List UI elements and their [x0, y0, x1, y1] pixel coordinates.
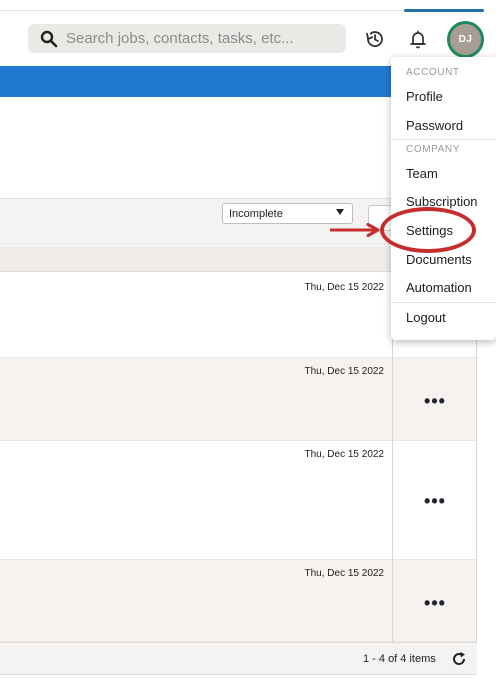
table-row[interactable]: Thu, Dec 15 2022 ••• — [0, 560, 476, 642]
annotation-circle — [380, 207, 476, 253]
row-date: Thu, Dec 15 2022 — [304, 282, 385, 293]
menu-item-password[interactable]: Password — [406, 118, 463, 133]
menu-item-documents[interactable]: Documents — [406, 252, 472, 267]
row-date: Thu, Dec 15 2022 — [304, 449, 385, 460]
annotation-arrow-icon — [329, 223, 382, 237]
user-avatar-button[interactable]: DJ — [447, 21, 484, 58]
menu-divider — [391, 302, 496, 303]
header-divider — [0, 10, 404, 11]
menu-item-team[interactable]: Team — [406, 166, 438, 181]
history-icon[interactable] — [363, 27, 387, 51]
row-actions-button[interactable]: ••• — [420, 492, 450, 516]
menu-divider — [391, 139, 496, 140]
user-dropdown-menu: ACCOUNT Profile Password COMPANY Team Su… — [391, 57, 496, 340]
bell-icon[interactable] — [406, 27, 430, 51]
status-filter-select[interactable]: Incomplete — [222, 203, 353, 224]
row-actions-button[interactable]: ••• — [420, 392, 450, 416]
search-icon — [40, 30, 58, 48]
table-row[interactable]: Thu, Dec 15 2022 ••• — [0, 358, 476, 441]
menu-item-automation[interactable]: Automation — [406, 280, 472, 295]
row-date: Thu, Dec 15 2022 — [304, 366, 385, 377]
search-input[interactable] — [66, 30, 346, 47]
table-row[interactable]: Thu, Dec 15 2022 ••• — [0, 441, 476, 560]
menu-item-logout[interactable]: Logout — [406, 310, 446, 325]
menu-section-account: ACCOUNT — [406, 67, 460, 78]
refresh-icon[interactable] — [450, 650, 468, 668]
row-date: Thu, Dec 15 2022 — [304, 568, 385, 579]
pagination-info: 1 - 4 of 4 items — [363, 653, 436, 665]
menu-section-company: COMPANY — [406, 144, 461, 155]
chevron-down-icon — [336, 209, 344, 215]
status-filter-value: Incomplete — [229, 208, 283, 220]
global-search[interactable] — [28, 24, 346, 53]
menu-item-profile[interactable]: Profile — [406, 89, 443, 104]
header-accent-bar — [404, 9, 484, 12]
grid-footer: 1 - 4 of 4 items — [0, 642, 477, 675]
row-actions-button[interactable]: ••• — [420, 594, 450, 618]
